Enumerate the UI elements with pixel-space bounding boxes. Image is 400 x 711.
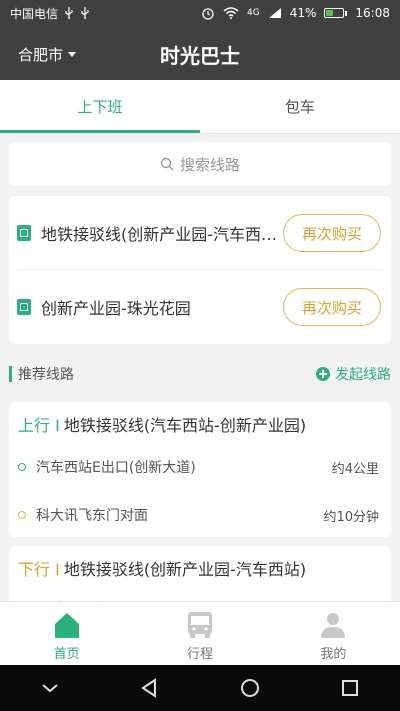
nav-home[interactable]: 首页	[0, 602, 133, 665]
usb-icon	[65, 7, 73, 19]
rebuy-button[interactable]: 再次购买	[283, 288, 381, 326]
bus-icon	[187, 612, 212, 638]
nav-profile-label: 我的	[320, 647, 347, 662]
route-card[interactable]: 下行 I 地铁接驳线(创新产业园-汽车西站) 科大讯飞东门	[9, 546, 391, 606]
nav-trips[interactable]: 行程	[133, 602, 266, 665]
route-name: 地铁接驳线(汽车西站-创新产业园)	[63, 416, 307, 435]
recent-route-name: 创新产业园-珠光花园	[41, 299, 191, 318]
search-icon	[160, 157, 174, 171]
section-title: 推荐线路	[18, 367, 74, 383]
tab-bar: 上下班 包车	[0, 80, 400, 134]
route-title: 下行 I 地铁接驳线(创新产业园-汽车西站)	[18, 556, 306, 580]
bus-ticket-icon	[17, 299, 31, 315]
home-circle-icon[interactable]	[240, 678, 260, 698]
direction-label: 上行 I	[18, 416, 60, 435]
user-icon	[321, 613, 346, 638]
bus-ticket-icon	[17, 225, 31, 241]
tab-charter[interactable]: 包车	[200, 80, 400, 133]
signal-icon	[268, 8, 281, 18]
rebuy-button[interactable]: 再次购买	[283, 214, 381, 252]
launch-route-button[interactable]: 发起线路	[316, 364, 391, 384]
stop-name: 汽车西站E出口(创新大道)	[36, 460, 196, 476]
search-placeholder: 搜索线路	[179, 155, 240, 174]
start-dot-icon	[18, 463, 26, 471]
section-marker	[9, 366, 12, 382]
plus-circle-icon	[316, 367, 330, 381]
nav-home-label: 首页	[53, 647, 80, 662]
back-icon[interactable]	[140, 678, 158, 698]
app-title: 时光巴士	[160, 44, 240, 68]
recents-icon[interactable]	[341, 679, 359, 697]
stop-start: 汽车西站E出口(创新大道) 约4公里	[18, 457, 379, 477]
nav-profile[interactable]: 我的	[267, 602, 400, 665]
app-bar: 合肥市 时光巴士	[0, 26, 400, 80]
recent-routes-card: 地铁接驳线(创新产业园-汽车西站) 再次购买 创新产业园-珠光花园 再次购买	[9, 196, 391, 344]
usb-icon	[81, 7, 89, 19]
network-type: 4G	[247, 8, 260, 18]
battery-percent: 41%	[289, 6, 317, 20]
end-dot-icon	[18, 511, 26, 519]
nav-trips-label: 行程	[186, 647, 213, 662]
battery-icon	[324, 8, 348, 18]
recent-route-item[interactable]: 地铁接驳线(创新产业园-汽车西站) 再次购买	[9, 196, 391, 270]
stop-name: 科大讯飞东门对面	[36, 508, 148, 524]
route-title: 上行 I 地铁接驳线(汽车西站-创新产业园)	[18, 412, 306, 436]
direction-label: 下行 I	[18, 560, 60, 579]
route-card[interactable]: 上行 I 地铁接驳线(汽车西站-创新产业园) 汽车西站E出口(创新大道) 约4公…	[9, 402, 391, 537]
recent-route-name: 地铁接驳线(创新产业园-汽车西站)	[41, 225, 281, 244]
system-nav-bar	[0, 665, 400, 711]
carrier-label: 中国电信	[10, 6, 59, 21]
search-input[interactable]: 搜索线路	[9, 142, 391, 186]
clock: 16:08	[355, 6, 390, 20]
alarm-icon	[202, 8, 214, 20]
stop-end: 科大讯飞东门对面 约10分钟	[18, 505, 379, 525]
home-icon	[54, 613, 79, 638]
status-bar: 中国电信 4G 41% 16:08	[0, 0, 400, 26]
bottom-nav: 首页 行程 我的	[0, 601, 400, 665]
tab-commute[interactable]: 上下班	[0, 80, 200, 133]
launch-route-label: 发起线路	[335, 367, 391, 383]
stop-distance: 约4公里	[331, 461, 379, 477]
collapse-icon[interactable]	[41, 682, 59, 694]
recent-route-item[interactable]: 创新产业园-珠光花园 再次购买	[9, 270, 391, 344]
wifi-icon	[223, 7, 239, 19]
recommended-header: 推荐线路 发起线路	[9, 362, 391, 386]
route-name: 地铁接驳线(创新产业园-汽车西站)	[63, 560, 307, 579]
stop-duration: 约10分钟	[323, 509, 379, 525]
